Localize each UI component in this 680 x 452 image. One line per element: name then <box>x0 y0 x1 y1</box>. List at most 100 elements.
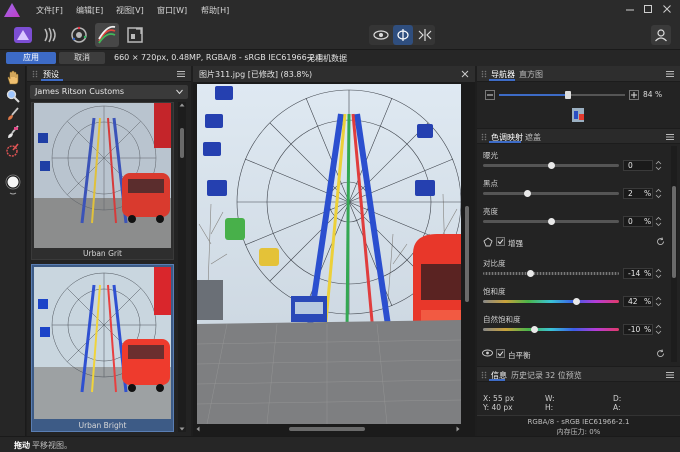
enhance-checkbox[interactable] <box>496 237 505 246</box>
panel-grip-icon[interactable] <box>481 133 487 141</box>
menu-view[interactable]: 视图[V] <box>116 5 144 16</box>
white-balance-checkbox[interactable] <box>496 349 505 358</box>
saturation-value[interactable]: 42% <box>623 296 653 307</box>
document-tab-title[interactable]: 图片311.jpg [已修改] (83.8%) <box>199 69 312 80</box>
vibrance-spinner-icon[interactable] <box>655 324 662 335</box>
preset-category-dropdown[interactable]: James Ritson Customs <box>30 85 188 99</box>
scroll-right-icon[interactable] <box>455 426 461 432</box>
saturation-spinner-icon[interactable] <box>655 296 662 307</box>
vibrance-slider-knob[interactable] <box>531 326 539 333</box>
tone-mapping-persona-icon[interactable] <box>95 23 119 47</box>
tab-mask[interactable]: 遮盖 <box>525 132 541 143</box>
tab-32bit-preview[interactable]: 32 位预览 <box>545 370 582 381</box>
contrast-value[interactable]: -14% <box>623 268 653 279</box>
liquify-persona-icon[interactable] <box>39 23 63 47</box>
minus-icon <box>487 94 493 96</box>
presets-scroll-thumb[interactable] <box>180 128 184 158</box>
panel-menu-icon[interactable] <box>666 70 674 78</box>
zoom-slider-knob[interactable] <box>565 91 572 99</box>
zoom-slider[interactable] <box>499 91 625 99</box>
minimize-icon[interactable] <box>625 4 635 14</box>
black-point-slider-knob[interactable] <box>524 190 532 197</box>
scroll-up-icon[interactable] <box>179 102 185 108</box>
contrast-spinner-icon[interactable] <box>655 268 662 279</box>
contrast-slider[interactable] <box>483 270 619 277</box>
selection-brush-tool-icon[interactable] <box>5 142 21 158</box>
panel-menu-icon[interactable] <box>666 371 674 379</box>
brightness-spinner-icon[interactable] <box>655 216 662 227</box>
panel-grip-icon[interactable] <box>481 70 487 78</box>
zoom-value[interactable]: 84 % <box>643 90 675 101</box>
menu-file[interactable]: 文件[F] <box>36 5 63 16</box>
brightness-slider-knob[interactable] <box>547 218 555 225</box>
develop-persona-icon[interactable] <box>67 23 91 47</box>
apply-button[interactable]: 应用 <box>6 52 56 64</box>
split-view-icon[interactable] <box>393 25 413 45</box>
erase-brush-tool-icon[interactable] <box>5 124 21 140</box>
tab-history[interactable]: 历史记录 <box>511 370 543 381</box>
panel-menu-icon[interactable] <box>177 70 185 78</box>
brightness-value[interactable]: 0% <box>623 216 653 227</box>
export-persona-icon[interactable] <box>123 23 147 47</box>
saturation-slider-knob[interactable] <box>573 298 581 305</box>
presets-panel-header: 预设 <box>27 66 191 82</box>
cancel-button[interactable]: 取消 <box>59 52 105 64</box>
close-icon[interactable] <box>662 4 672 14</box>
exposure-label: 曝光 <box>483 151 498 160</box>
canvas-vscroll-thumb[interactable] <box>465 206 469 302</box>
black-point-slider[interactable] <box>483 190 619 197</box>
panel-grip-icon[interactable] <box>32 70 38 78</box>
tab-histogram[interactable]: 直方图 <box>519 69 543 80</box>
black-point-spinner-icon[interactable] <box>655 188 662 199</box>
vibrance-slider[interactable] <box>483 326 619 333</box>
scroll-down-icon[interactable] <box>179 426 185 432</box>
navigator-preview-thumbnail[interactable] <box>572 108 584 122</box>
presets-scrollbar[interactable] <box>178 102 186 432</box>
mirror-view-icon[interactable] <box>415 25 435 45</box>
close-document-icon[interactable] <box>461 70 469 78</box>
brightness-slider[interactable] <box>483 218 619 225</box>
tools-panel <box>0 66 26 436</box>
panel-grip-icon[interactable] <box>481 371 487 379</box>
exposure-slider-knob[interactable] <box>547 162 555 169</box>
reset-icon[interactable] <box>656 349 665 358</box>
zoom-in-button[interactable] <box>629 90 639 100</box>
tone-panel-scroll-thumb[interactable] <box>672 186 676 278</box>
info-footer: RGBA/8 - sRGB IEC61966-2.1 内存压力: 0% <box>477 415 680 436</box>
menu-edit[interactable]: 编辑[E] <box>76 5 103 16</box>
exposure-slider[interactable] <box>483 162 619 169</box>
saturation-slider[interactable] <box>483 298 619 305</box>
vibrance-value[interactable]: -10% <box>623 324 653 335</box>
panel-menu-icon[interactable] <box>666 133 674 141</box>
view-icon[interactable] <box>371 25 391 45</box>
color-swatch-icon[interactable] <box>4 172 22 196</box>
enhance-section-icon <box>483 237 493 247</box>
scroll-left-icon[interactable] <box>195 426 201 432</box>
exposure-spinner-icon[interactable] <box>655 160 662 171</box>
zoom-tool-icon[interactable] <box>5 88 21 104</box>
hand-tool-icon[interactable] <box>5 70 21 86</box>
preset-tile-urban-bright[interactable]: Urban Bright <box>31 264 174 432</box>
vibrance-label: 自然饱和度 <box>483 315 521 324</box>
document-tab-bar: 图片311.jpg [已修改] (83.8%) <box>193 66 475 82</box>
tone-panel-scrollbar[interactable] <box>671 146 677 362</box>
canvas-horizontal-scrollbar[interactable] <box>193 425 463 433</box>
contrast-slider-knob[interactable] <box>527 270 535 277</box>
photo-canvas[interactable] <box>197 84 461 424</box>
canvas-vertical-scrollbar[interactable] <box>463 84 471 424</box>
zoom-out-button[interactable] <box>485 90 495 100</box>
maximize-icon[interactable] <box>643 4 653 14</box>
reset-icon[interactable] <box>656 237 665 246</box>
canvas-hscroll-thumb[interactable] <box>289 427 365 431</box>
account-icon[interactable] <box>651 25 671 45</box>
black-point-value[interactable]: 2% <box>623 188 653 199</box>
exposure-value[interactable]: 0 <box>623 160 653 171</box>
info-a: A: <box>613 403 621 412</box>
contrast-number: -14 <box>628 269 641 278</box>
paint-brush-tool-icon[interactable] <box>5 106 21 122</box>
preset-tile-urban-grit[interactable]: Urban Grit <box>31 102 174 260</box>
menu-window[interactable]: 窗口[W] <box>157 5 187 16</box>
photo-persona-icon[interactable] <box>11 23 35 47</box>
preset-thumbnail <box>34 267 171 419</box>
menu-help[interactable]: 帮助[H] <box>201 5 229 16</box>
